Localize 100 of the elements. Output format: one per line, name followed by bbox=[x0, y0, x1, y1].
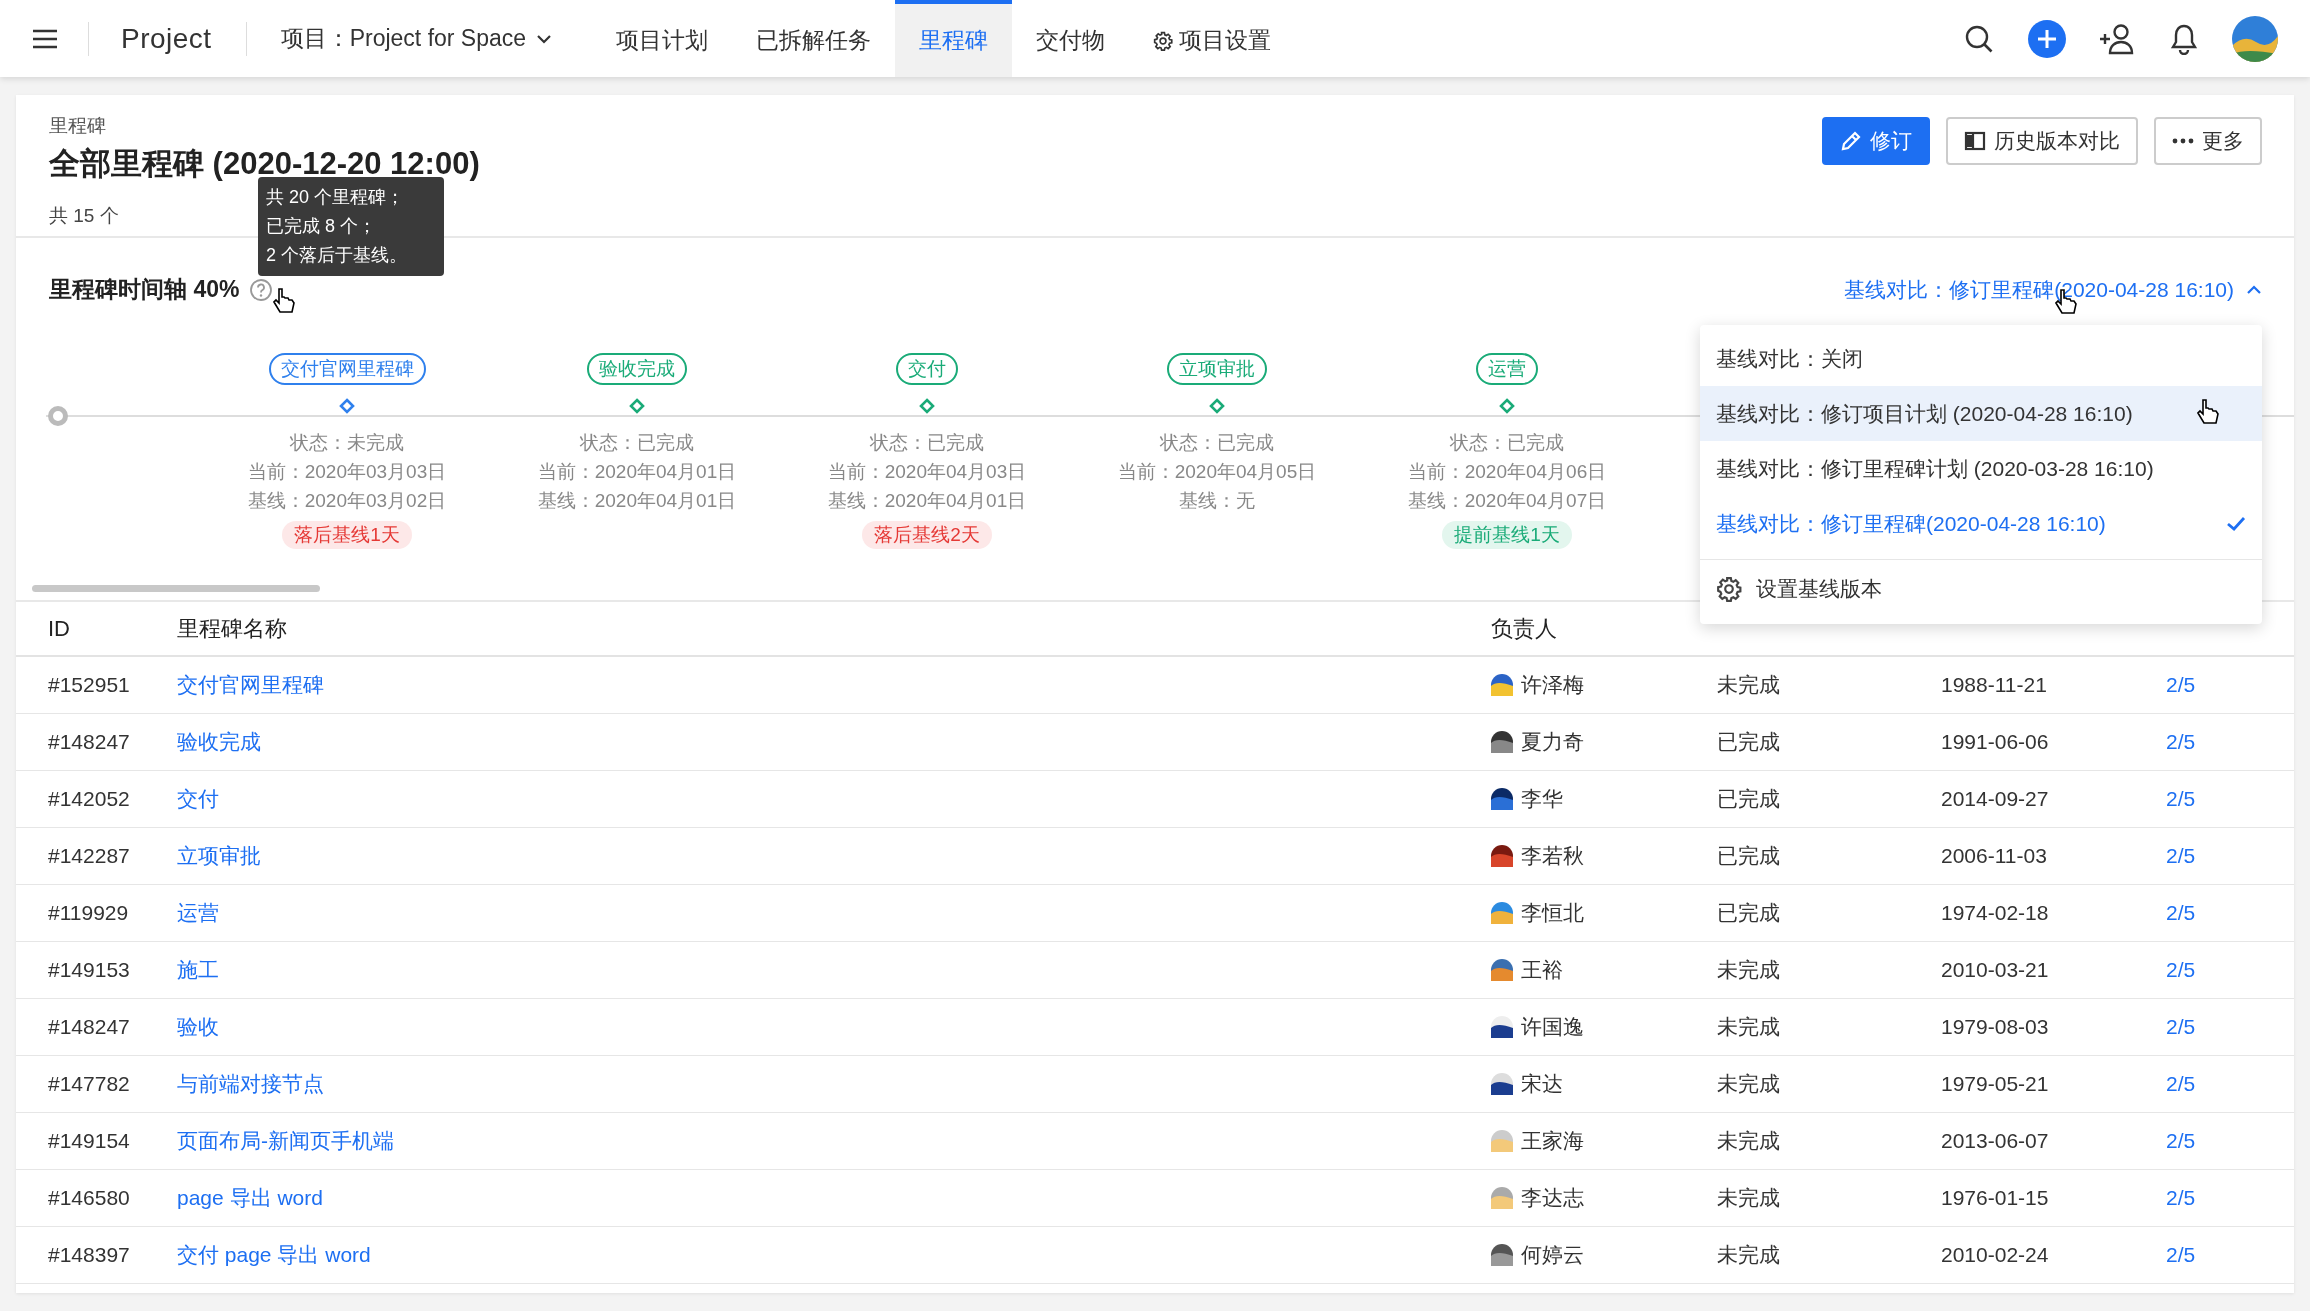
table-cell-text: 李恒北 bbox=[1521, 900, 1584, 926]
timeline-title: 里程碑时间轴 40% bbox=[49, 275, 240, 304]
owner-avatar bbox=[1491, 1016, 1513, 1038]
nav-tab[interactable]: 项目计划 bbox=[592, 0, 733, 77]
owner-avatar bbox=[1491, 731, 1513, 753]
table-cell-text: 李若秋 bbox=[1521, 843, 1584, 869]
deliverable-link[interactable]: 2/5 bbox=[2166, 673, 2196, 697]
baseline-compare-link[interactable]: 基线对比：修订里程碑(2020-04-28 16:10) bbox=[1844, 275, 2262, 304]
table-cell-text: 未完成 bbox=[1717, 1128, 1781, 1154]
column-header: 负责人 bbox=[1491, 614, 1558, 643]
scrollbar[interactable] bbox=[32, 585, 320, 592]
milestone-tag[interactable]: 运营 bbox=[1476, 353, 1538, 385]
deliverable-link[interactable]: 2/5 bbox=[2166, 1186, 2196, 1210]
milestone-current-date: 当前：2020年04月06日 bbox=[1407, 460, 1607, 484]
deliverable-link[interactable]: 2/5 bbox=[2166, 844, 2196, 868]
deliverable-link[interactable]: 2/5 bbox=[2166, 787, 2196, 811]
table-cell-text: 未完成 bbox=[1717, 672, 1781, 698]
table-cell-text: 1974-02-18 bbox=[1941, 901, 2050, 925]
milestone-link[interactable]: 验收 bbox=[177, 1013, 219, 1041]
owner-avatar bbox=[1491, 1073, 1513, 1095]
milestone-baseline-date: 基线：2020年04月07日 bbox=[1407, 489, 1607, 513]
milestone-link[interactable]: 页面布局-新闻页手机端 bbox=[177, 1127, 394, 1155]
nav-tab[interactable]: 项目设置 bbox=[1129, 0, 1296, 77]
table-cell-text: 1988-11-21 bbox=[1941, 673, 2048, 697]
owner-avatar bbox=[1491, 1244, 1513, 1266]
table-cell-text: 许国逸 bbox=[1521, 1014, 1584, 1040]
milestone-link[interactable]: 交付 bbox=[177, 785, 219, 813]
bell-icon[interactable] bbox=[2170, 22, 2198, 55]
table-cell-text: 许泽梅 bbox=[1521, 672, 1584, 698]
gear-icon bbox=[1153, 30, 1174, 51]
dropdown-option[interactable]: 基线对比：修订里程碑(2020-04-28 16:10) bbox=[1700, 496, 2262, 551]
table-cell-text: 1979-05-21 bbox=[1941, 1072, 2050, 1096]
tooltip: 共 20 个里程碑； 已完成 8 个； 2 个落后于基线。 bbox=[258, 177, 444, 276]
header-button[interactable]: 历史版本对比 bbox=[1946, 117, 2138, 165]
owner-avatar bbox=[1491, 845, 1513, 867]
table-cell-text: 2006-11-03 bbox=[1941, 844, 2048, 868]
table-cell-text: 已完成 bbox=[1717, 786, 1781, 812]
ellipsis-icon bbox=[2172, 138, 2194, 144]
deliverable-link[interactable]: 2/5 bbox=[2166, 1015, 2196, 1039]
help-icon[interactable] bbox=[249, 277, 274, 302]
deliverable-link[interactable]: 2/5 bbox=[2166, 1129, 2196, 1153]
table-cell-text: 李达志 bbox=[1521, 1185, 1584, 1211]
milestone-current-date: 当前：2020年04月01日 bbox=[537, 460, 737, 484]
table-cell-text: 何婷云 bbox=[1521, 1242, 1584, 1268]
table-cell-text: #142052 bbox=[47, 787, 131, 811]
project-selector[interactable]: 项目：Project for Space bbox=[280, 23, 553, 54]
milestone-baseline-date: 基线：2020年04月01日 bbox=[827, 489, 1027, 513]
milestone-status: 状态：已完成 bbox=[1160, 431, 1274, 455]
nav-tab[interactable]: 已拆解任务 bbox=[732, 0, 896, 77]
add-user-icon[interactable] bbox=[2100, 22, 2136, 55]
deliverable-link[interactable]: 2/5 bbox=[2166, 1243, 2196, 1267]
table-cell-text: 李华 bbox=[1521, 786, 1563, 812]
deliverable-link[interactable]: 2/5 bbox=[2166, 958, 2196, 982]
item-count: 共 15 个 bbox=[49, 204, 119, 228]
dropdown-option[interactable]: 基线对比：修订项目计划 (2020-04-28 16:10) bbox=[1700, 386, 2262, 441]
column-header: ID bbox=[47, 615, 71, 642]
owner-avatar bbox=[1491, 788, 1513, 810]
owner-avatar bbox=[1491, 1187, 1513, 1209]
milestone-link[interactable]: 交付 page 导出 word bbox=[177, 1241, 371, 1269]
nav-tab[interactable]: 里程碑 bbox=[895, 0, 1013, 77]
table-cell-text: 2010-03-21 bbox=[1941, 958, 2050, 982]
set-baseline-option[interactable]: 设置基线版本 bbox=[1700, 560, 2262, 618]
search-icon[interactable] bbox=[1964, 23, 1994, 54]
header-button[interactable]: 更多 bbox=[2154, 117, 2262, 165]
deliverable-link[interactable]: 2/5 bbox=[2166, 901, 2196, 925]
dropdown-option[interactable]: 基线对比：修订里程碑计划 (2020-03-28 16:10) bbox=[1700, 441, 2262, 496]
milestone-status: 状态：已完成 bbox=[870, 431, 984, 455]
table-cell-text: 已完成 bbox=[1717, 729, 1781, 755]
column-header: 里程碑名称 bbox=[177, 614, 288, 643]
breadcrumb: 里程碑 bbox=[49, 114, 106, 138]
milestone-link[interactable]: 施工 bbox=[177, 956, 219, 984]
table-cell-text: #149154 bbox=[47, 1129, 131, 1153]
table-cell-text: #146580 bbox=[47, 1186, 131, 1210]
nav-tab[interactable]: 交付物 bbox=[1012, 0, 1130, 77]
pencil-icon bbox=[1840, 130, 1862, 152]
milestone-link[interactable]: 验收完成 bbox=[177, 728, 261, 756]
milestone-tag[interactable]: 验收完成 bbox=[587, 353, 687, 385]
milestone-tag[interactable]: 立项审批 bbox=[1167, 353, 1267, 385]
cursor-icon bbox=[2197, 398, 2219, 426]
milestone-link[interactable]: 交付官网里程碑 bbox=[177, 671, 324, 699]
user-avatar[interactable] bbox=[2232, 15, 2278, 62]
deliverable-link[interactable]: 2/5 bbox=[2166, 730, 2196, 754]
table-cell-text: #149153 bbox=[47, 958, 131, 982]
dropdown-option[interactable]: 基线对比：关闭 bbox=[1700, 331, 2262, 386]
menu-icon[interactable] bbox=[32, 28, 58, 49]
table-cell-text: 王裕 bbox=[1521, 957, 1563, 983]
milestone-status: 状态：已完成 bbox=[1450, 431, 1564, 455]
milestone-link[interactable]: 与前端对接节点 bbox=[177, 1070, 324, 1098]
milestone-tag[interactable]: 交付 bbox=[896, 353, 958, 385]
milestone-tag[interactable]: 交付官网里程碑 bbox=[268, 353, 426, 385]
milestone-link[interactable]: 运营 bbox=[177, 899, 219, 927]
milestone-link[interactable]: page 导出 word bbox=[177, 1184, 323, 1212]
table-cell-text: 未完成 bbox=[1717, 1071, 1781, 1097]
milestone-link[interactable]: 立项审批 bbox=[177, 842, 261, 870]
table-cell-text: 2010-02-24 bbox=[1941, 1243, 2050, 1267]
header-button[interactable]: 修订 bbox=[1822, 117, 1930, 165]
table-cell-text: 1976-01-15 bbox=[1941, 1186, 2050, 1210]
table-cell-text: #142287 bbox=[47, 844, 131, 868]
add-icon[interactable] bbox=[2028, 19, 2066, 58]
deliverable-link[interactable]: 2/5 bbox=[2166, 1072, 2196, 1096]
